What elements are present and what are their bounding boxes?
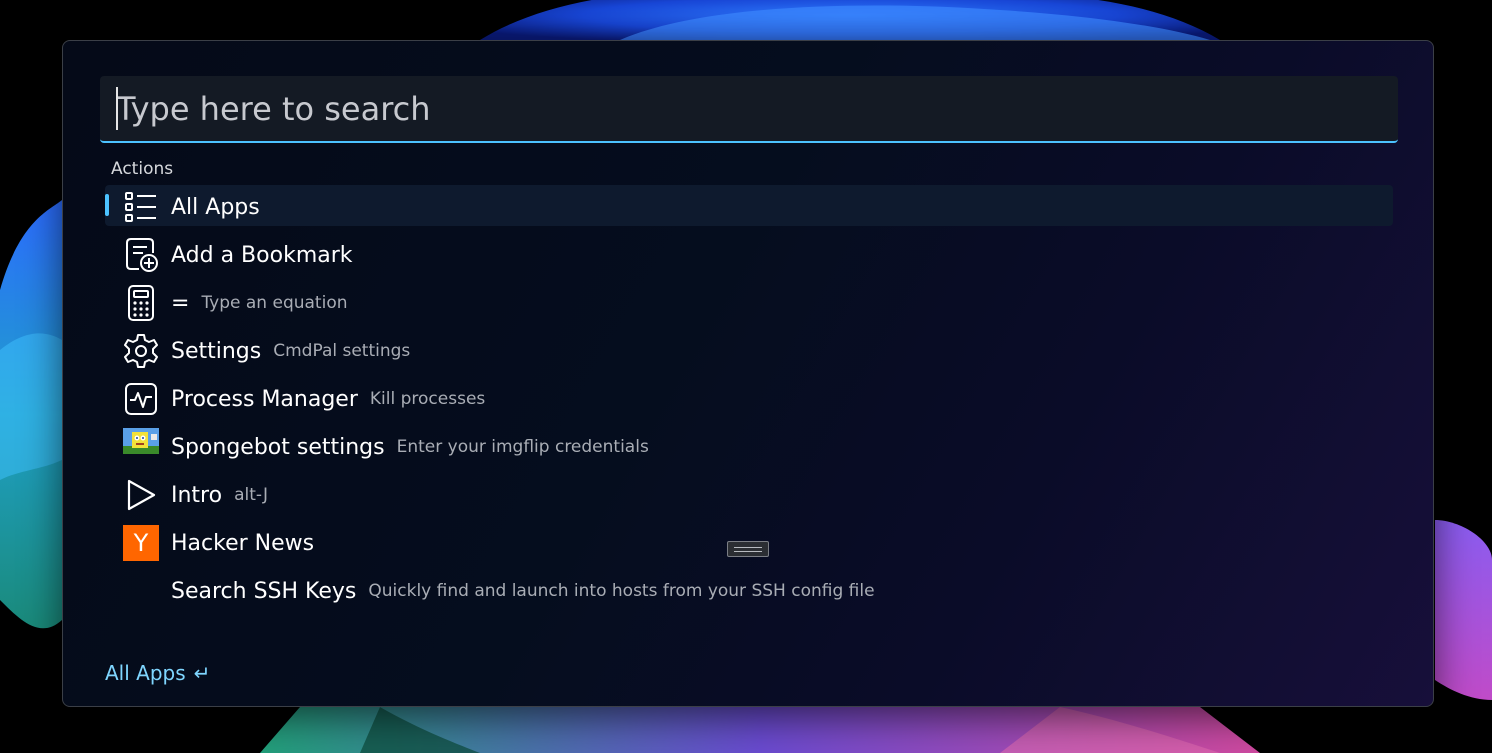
item-subtitle: CmdPal settings xyxy=(273,341,411,361)
footer-primary-action[interactable]: All Apps ↵ xyxy=(105,661,210,685)
item-title: Process Manager xyxy=(171,386,358,412)
primary-action-label: All Apps xyxy=(105,661,186,685)
play-icon xyxy=(123,477,159,513)
item-title: All Apps xyxy=(171,194,260,220)
activity-icon xyxy=(123,381,159,417)
search-input[interactable] xyxy=(116,76,1376,141)
selection-highlight xyxy=(105,185,1393,226)
text-caret xyxy=(116,87,118,130)
enter-key-icon: ↵ xyxy=(193,661,211,685)
hacker-news-logo-letter: Y xyxy=(123,525,159,561)
hacker-news-icon: Y xyxy=(123,525,159,561)
list-item-intro[interactable]: Intro alt-J xyxy=(105,471,1395,519)
resize-handle[interactable] xyxy=(727,541,769,557)
spongebob-image-icon xyxy=(123,423,159,459)
item-title: Hacker News xyxy=(171,530,315,556)
calculator-icon xyxy=(123,285,159,321)
item-subtitle: Kill processes xyxy=(369,389,486,409)
list-item-process-manager[interactable]: Process Manager Kill processes xyxy=(105,375,1395,423)
item-subtitle: Quickly find and launch into hosts from … xyxy=(368,581,875,601)
list-item-spongebot-settings[interactable]: Spongebot settings Enter your imgflip cr… xyxy=(105,423,1395,471)
item-title: = xyxy=(171,290,190,316)
selection-indicator xyxy=(105,194,109,216)
list-icon xyxy=(123,189,159,225)
search-box[interactable] xyxy=(100,76,1398,143)
item-title: Spongebot settings xyxy=(171,434,385,460)
gear-icon xyxy=(123,333,159,369)
list-item-search-ssh-keys[interactable]: Search SSH Keys Quickly find and launch … xyxy=(105,567,1395,615)
list-item-calculator[interactable]: = Type an equation xyxy=(105,279,1395,327)
item-title: Add a Bookmark xyxy=(171,242,353,268)
section-header-actions: Actions xyxy=(111,159,174,179)
item-title: Intro xyxy=(171,482,223,508)
item-title: Settings xyxy=(171,338,262,364)
item-subtitle: Type an equation xyxy=(201,293,348,313)
list-item-settings[interactable]: Settings CmdPal settings xyxy=(105,327,1395,375)
item-title: Search SSH Keys xyxy=(171,578,357,604)
list-item-all-apps[interactable]: All Apps xyxy=(105,183,1395,231)
item-subtitle: alt-J xyxy=(234,485,268,505)
command-palette-window: Actions All Apps xyxy=(62,40,1434,707)
bookmark-add-icon xyxy=(123,237,159,273)
list-item-add-bookmark[interactable]: Add a Bookmark xyxy=(105,231,1395,279)
item-subtitle: Enter your imgflip credentials xyxy=(396,437,649,457)
